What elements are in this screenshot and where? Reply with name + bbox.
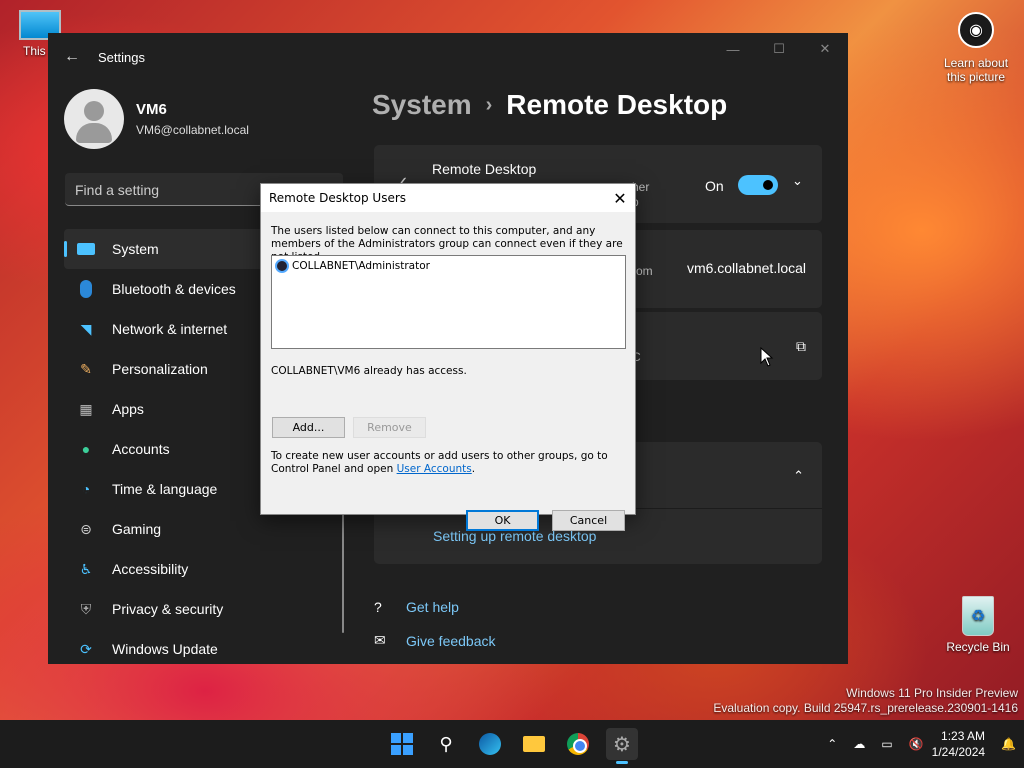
help-icon: ? [374,599,382,615]
settings-taskbar-icon[interactable]: ⚙ [606,728,638,764]
network-status-icon[interactable]: ▭ [881,737,892,751]
clock[interactable]: 1:23 AM 1/24/2024 [932,728,985,760]
network-icon: ◥ [80,320,92,337]
watermark-line-2: Evaluation copy. Build 25947.rs_prerelea… [713,701,1018,715]
learn-about-picture-icon[interactable]: ◉ Learn about this picture [936,12,1016,84]
sidebar-item-label: Accessibility [112,561,189,577]
controller-icon: ⊜ [80,520,92,537]
avatar [64,89,124,149]
dialog-title: Remote Desktop Users [269,191,407,205]
chevron-up-icon[interactable]: ⌃ [793,468,804,484]
minimize-icon[interactable]: — [710,33,756,65]
taskbar-apps: ⚲ ⚙ [386,728,638,764]
user-accounts-link[interactable]: User Accounts [397,463,472,475]
person-icon: ● [81,441,91,457]
update-icon: ⟳ [80,640,92,657]
sidebar-item-privacy[interactable]: ⛨ Privacy & security [64,589,344,629]
learn-label: Learn about this picture [943,56,1009,84]
edge-browser-icon[interactable] [474,728,506,760]
file-explorer-icon[interactable] [518,728,550,760]
sidebar-item-label: Apps [112,401,144,417]
chevron-right-icon: › [485,93,493,116]
list-item-label: COLLABNET\Administrator [292,260,430,272]
back-arrow-icon[interactable]: ← [64,48,84,66]
dialog-info: To create new user accounts or add users… [271,450,627,476]
pc-name-value: vm6.collabnet.local [686,260,806,276]
volume-muted-icon[interactable]: 🔇 [909,737,924,751]
sidebar-item-accessibility[interactable]: ♿ Accessibility [64,549,344,589]
external-link-icon: ⧉ [796,338,806,354]
start-button[interactable] [386,728,418,760]
window-controls: — ☐ ✕ [710,33,848,65]
toggle-state-label: On [705,178,724,194]
sidebar-item-windows-update[interactable]: ⟳ Windows Update [64,629,344,664]
chevron-up-icon[interactable]: ⌃ [827,737,837,751]
cancel-button[interactable]: Cancel [552,510,625,531]
remove-button[interactable]: Remove [353,417,426,438]
gear-icon: ⚙ [613,733,631,756]
get-help-label: Get help [406,599,459,615]
system-icon [76,239,96,259]
sidebar-item-label: Accounts [112,441,170,457]
profile-email: VM6@collabnet.local [136,123,249,137]
accessibility-icon: ♿ [79,560,93,577]
onedrive-icon[interactable]: ☁ [853,737,865,751]
maximize-icon[interactable]: ☐ [756,33,802,65]
bluetooth-icon [76,279,96,299]
breadcrumb: System › Remote Desktop [372,89,727,121]
user-icon [275,259,289,273]
camera-icon: ◉ [958,12,994,48]
apps-icon: ▦ [79,400,93,417]
system-tray: ⌃ ☁ ▭ 🔇 1:23 AM 1/24/2024 🔔 [819,720,1024,768]
sidebar-item-label: Gaming [112,521,162,537]
windows-logo-icon [391,733,413,755]
chevron-down-icon[interactable]: ⌄ [792,173,803,189]
close-icon[interactable]: ✕ [802,33,848,65]
users-list[interactable]: COLLABNET\Administrator [271,255,626,349]
recycle-bin-icon: ♻ [962,596,994,636]
give-feedback-link[interactable]: ✉ Give feedback [374,632,496,649]
dialog-title-bar: Remote Desktop Users ✕ [261,184,635,212]
recycle-bin-desktop-icon[interactable]: ♻ Recycle Bin [940,596,1016,654]
notification-bell-icon[interactable]: 🔔 [1001,737,1016,751]
page-title: Remote Desktop [506,89,728,120]
list-item[interactable]: COLLABNET\Administrator [275,259,622,273]
close-icon[interactable]: ✕ [605,184,635,212]
remote-desktop-users-dialog: Remote Desktop Users ✕ The users listed … [260,183,636,531]
breadcrumb-parent[interactable]: System [372,89,472,121]
shield-icon: ⛨ [80,600,92,617]
feedback-icon: ✉ [374,632,386,648]
remote-desktop-toggle[interactable] [738,175,778,195]
recycle-bin-label: Recycle Bin [946,640,1010,654]
clock-icon: ◔ [81,481,91,497]
profile-name: VM6 [136,101,167,118]
user-profile[interactable]: VM6 VM6@collabnet.local [64,89,249,149]
ok-button[interactable]: OK [466,510,539,531]
sidebar-item-label: System [112,241,159,257]
sidebar-item-label: Network & internet [112,321,228,337]
remote-desktop-label: Remote Desktop [432,161,537,177]
taskbar: ⚲ ⚙ ⌃ ☁ ▭ 🔇 1:23 AM 1/24/2024 🔔 [0,720,1024,768]
info-suffix: . [471,463,476,475]
give-feedback-label: Give feedback [406,632,496,649]
mouse-cursor-icon [760,346,774,372]
add-button[interactable]: Add... [272,417,345,438]
sidebar-item-gaming[interactable]: ⊜ Gaming [64,509,344,549]
access-note: COLLABNET\VM6 already has access. [271,365,467,377]
watermark-line-1: Windows 11 Pro Insider Preview [846,686,1018,700]
chrome-icon[interactable] [562,728,594,760]
clock-time: 1:23 AM [941,729,986,743]
search-icon[interactable]: ⚲ [430,728,462,760]
window-title: Settings [98,49,145,65]
sidebar-item-label: Bluetooth & devices [112,281,236,297]
get-help-link[interactable]: ? Get help [374,599,459,615]
sidebar-item-label: Time & language [112,481,218,497]
sidebar-item-label: Privacy & security [112,601,224,617]
evaluation-watermark: Windows 11 Pro Insider Preview Evaluatio… [713,686,1018,716]
brush-icon: ✎ [80,360,92,377]
clock-date: 1/24/2024 [931,745,986,759]
sidebar-item-label: Personalization [112,361,208,377]
sidebar-item-label: Windows Update [112,641,218,657]
